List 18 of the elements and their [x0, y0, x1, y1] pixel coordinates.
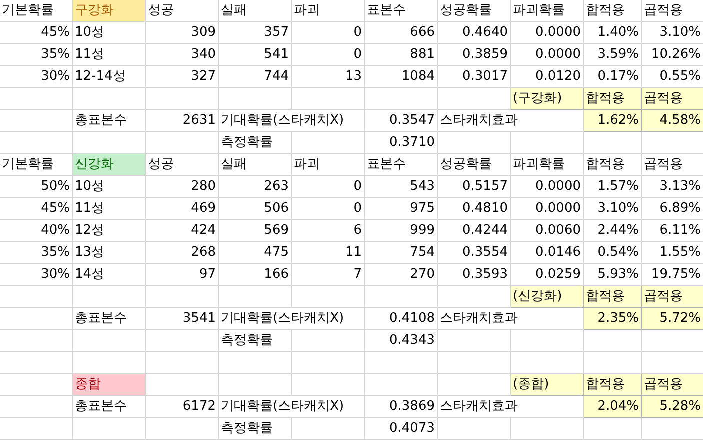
section-label: 구강화 — [73, 0, 146, 22]
column-header: 합적용 — [584, 374, 642, 396]
column-header: 곱적용 — [642, 286, 703, 308]
column-header: 곱적용 — [642, 374, 703, 396]
table-cell: 2.35% — [584, 308, 642, 330]
summary-label: (구강화) — [511, 88, 584, 110]
table-cell: 1.62% — [584, 110, 642, 132]
table-cell: 5.28% — [642, 396, 703, 418]
table-cell: 4.58% — [642, 110, 703, 132]
section-label: 신강화 — [73, 154, 146, 176]
summary-label: (종합) — [511, 374, 584, 396]
column-header: 합적용 — [584, 88, 642, 110]
section-label: 종합 — [73, 374, 146, 396]
column-header: 합적용 — [584, 286, 642, 308]
summary-label: (신강화) — [511, 286, 584, 308]
table-cell: 2.04% — [584, 396, 642, 418]
column-header: 곱적용 — [642, 88, 703, 110]
table-cell: 5.72% — [642, 308, 703, 330]
